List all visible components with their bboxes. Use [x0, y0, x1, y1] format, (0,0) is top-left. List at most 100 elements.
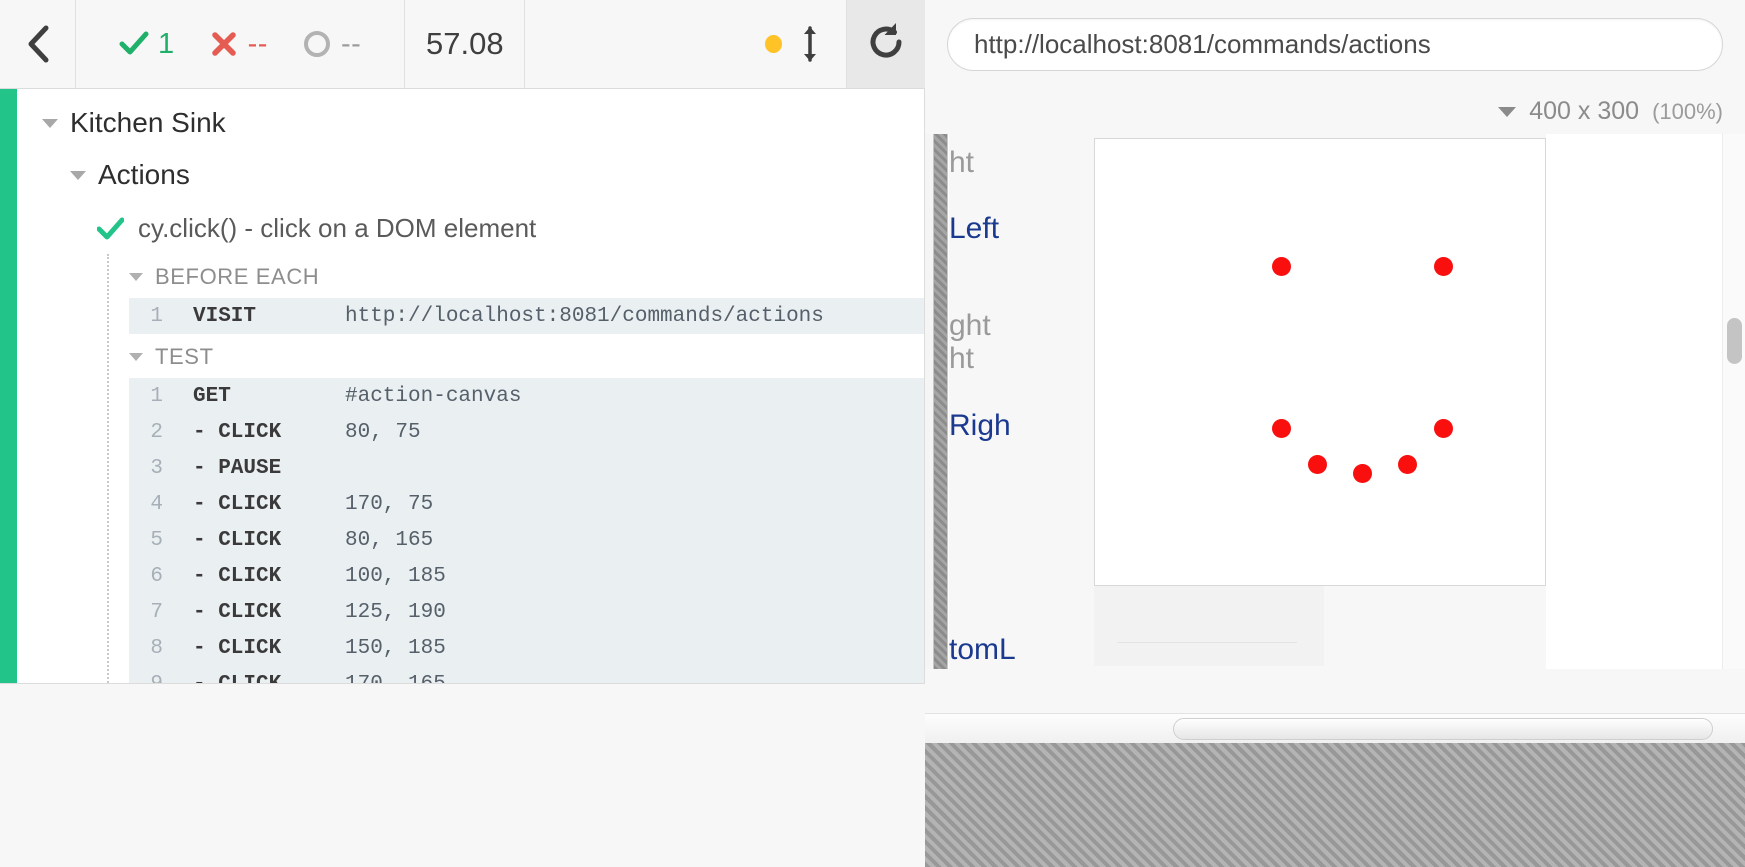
stat-failed-value: -- [248, 28, 268, 61]
cypress-test-runner: 1 -- -- [0, 0, 1745, 867]
command-message: 80, 165 [345, 529, 433, 552]
command-name: - CLICK [175, 493, 345, 516]
app-right-whitespace [1546, 134, 1699, 669]
command-message: #action-canvas [345, 385, 521, 408]
test-item[interactable]: cy.click() - click on a DOM element [17, 201, 924, 254]
suite-root[interactable]: Kitchen Sink [17, 89, 924, 149]
action-canvas[interactable] [1094, 138, 1546, 586]
chevron-down-icon[interactable] [129, 353, 143, 361]
suite-root-label: Kitchen Sink [70, 107, 226, 139]
chevron-down-icon[interactable] [70, 171, 86, 180]
command-row[interactable]: 6 - CLICK 100, 185 [129, 558, 924, 594]
click-marker-dot [1272, 419, 1291, 438]
viewport-scale-label: (100%) [1652, 99, 1723, 125]
preview-header [925, 0, 1745, 89]
command-row[interactable]: 3 - PAUSE [129, 450, 924, 486]
command-number: 9 [129, 673, 175, 685]
command-name: - CLICK [175, 673, 345, 685]
stat-passed: 1 [102, 28, 192, 61]
command-message: http://localhost:8081/commands/actions [345, 305, 824, 328]
header-controls [525, 0, 847, 88]
stat-failed: -- [192, 28, 285, 61]
runner-striped-background [925, 743, 1745, 867]
click-marker-dot [1353, 464, 1372, 483]
suite-tree: Kitchen Sink Actions cy.click() - click … [0, 89, 924, 684]
auto-scroll-status-dot [765, 35, 782, 53]
command-name: - PAUSE [175, 457, 345, 480]
viewport-size-label: 400 x 300 [1529, 97, 1639, 126]
command-row[interactable]: 9 - CLICK 170, 165 [129, 666, 924, 684]
command-number: 3 [129, 457, 175, 480]
updown-arrow-icon[interactable] [800, 25, 820, 63]
app-card-shadow [1094, 586, 1324, 666]
app-vertical-scrollbar-thumb[interactable] [1727, 318, 1742, 364]
command-message: 125, 190 [345, 601, 446, 624]
reporter-header: 1 -- -- [0, 0, 925, 89]
command-number: 7 [129, 601, 175, 624]
x-icon [209, 29, 239, 59]
command-row[interactable]: 7 - CLICK 125, 190 [129, 594, 924, 630]
app-horizontal-scrollbar-thumb[interactable] [1173, 718, 1713, 740]
command-name: - CLICK [175, 601, 345, 624]
command-row[interactable]: 1 VISIT http://localhost:8081/commands/a… [129, 298, 924, 334]
viewport-info[interactable]: 400 x 300 (100%) [925, 89, 1745, 134]
command-message: 170, 75 [345, 493, 433, 516]
hook-before-each[interactable]: BEFORE EACH [129, 254, 924, 298]
click-marker-dot [1434, 419, 1453, 438]
app-left-edge [925, 134, 933, 669]
chevron-down-icon[interactable] [129, 273, 143, 281]
chevron-down-icon[interactable] [1498, 107, 1516, 117]
command-number: 8 [129, 637, 175, 660]
command-message: 170, 165 [345, 673, 446, 685]
url-input[interactable] [947, 18, 1723, 71]
reporter-footer-area [0, 684, 925, 867]
command-number: 6 [129, 565, 175, 588]
suite-actions[interactable]: Actions [17, 149, 924, 201]
chevron-left-icon [25, 24, 51, 64]
command-list-before-each: 1 VISIT http://localhost:8081/commands/a… [129, 298, 924, 334]
app-preview-pane: 400 x 300 (100%) ht Left ght ht Righ tom… [925, 0, 1745, 867]
reporter-body: Kitchen Sink Actions cy.click() - click … [0, 89, 925, 684]
stat-pending-value: -- [341, 28, 361, 61]
command-number: 1 [129, 385, 175, 408]
test-duration: 57.08 [405, 0, 525, 88]
test-stats: 1 -- -- [76, 0, 405, 88]
stat-pending: -- [285, 28, 378, 61]
command-name: - CLICK [175, 565, 345, 588]
app-link-fragment[interactable]: Righ [949, 409, 1011, 443]
app-link-fragment[interactable]: Left [949, 212, 999, 246]
command-row[interactable]: 8 - CLICK 150, 185 [129, 630, 924, 666]
suite-actions-label: Actions [98, 159, 190, 191]
reload-button[interactable] [847, 0, 925, 88]
command-list-test: 1 GET #action-canvas 2 - CLICK 80, 75 3 … [129, 378, 924, 684]
command-name: GET [175, 385, 345, 408]
command-message: 100, 185 [345, 565, 446, 588]
reporter-pane: 1 -- -- [0, 0, 925, 867]
hook-before-each-label: BEFORE EACH [155, 264, 319, 290]
command-row[interactable]: 1 GET #action-canvas [129, 378, 924, 414]
command-name: - CLICK [175, 421, 345, 444]
app-clipped-gutter [933, 134, 948, 669]
chevron-down-icon[interactable] [42, 119, 58, 128]
command-row[interactable]: 4 - CLICK 170, 75 [129, 486, 924, 522]
command-number: 5 [129, 529, 175, 552]
app-vertical-scrollbar[interactable] [1722, 134, 1745, 669]
click-marker-dot [1398, 455, 1417, 474]
command-message: 150, 185 [345, 637, 446, 660]
click-marker-dot [1434, 257, 1453, 276]
command-number: 4 [129, 493, 175, 516]
hooks-container: BEFORE EACH 1 VISIT http://localhost:808… [107, 254, 924, 684]
suite-status-rail [0, 89, 17, 683]
hook-test[interactable]: TEST [129, 334, 924, 378]
back-button[interactable] [0, 0, 76, 88]
app-link-fragment[interactable]: tomL [949, 633, 1016, 667]
app-horizontal-scrollbar[interactable] [925, 713, 1745, 743]
command-number: 2 [129, 421, 175, 444]
reload-icon [865, 21, 907, 68]
command-row[interactable]: 2 - CLICK 80, 75 [129, 414, 924, 450]
stat-passed-value: 1 [158, 28, 175, 61]
command-message: 80, 75 [345, 421, 421, 444]
command-name: VISIT [175, 305, 345, 328]
app-iframe: ht Left ght ht Righ tomL [925, 134, 1745, 669]
command-row[interactable]: 5 - CLICK 80, 165 [129, 522, 924, 558]
